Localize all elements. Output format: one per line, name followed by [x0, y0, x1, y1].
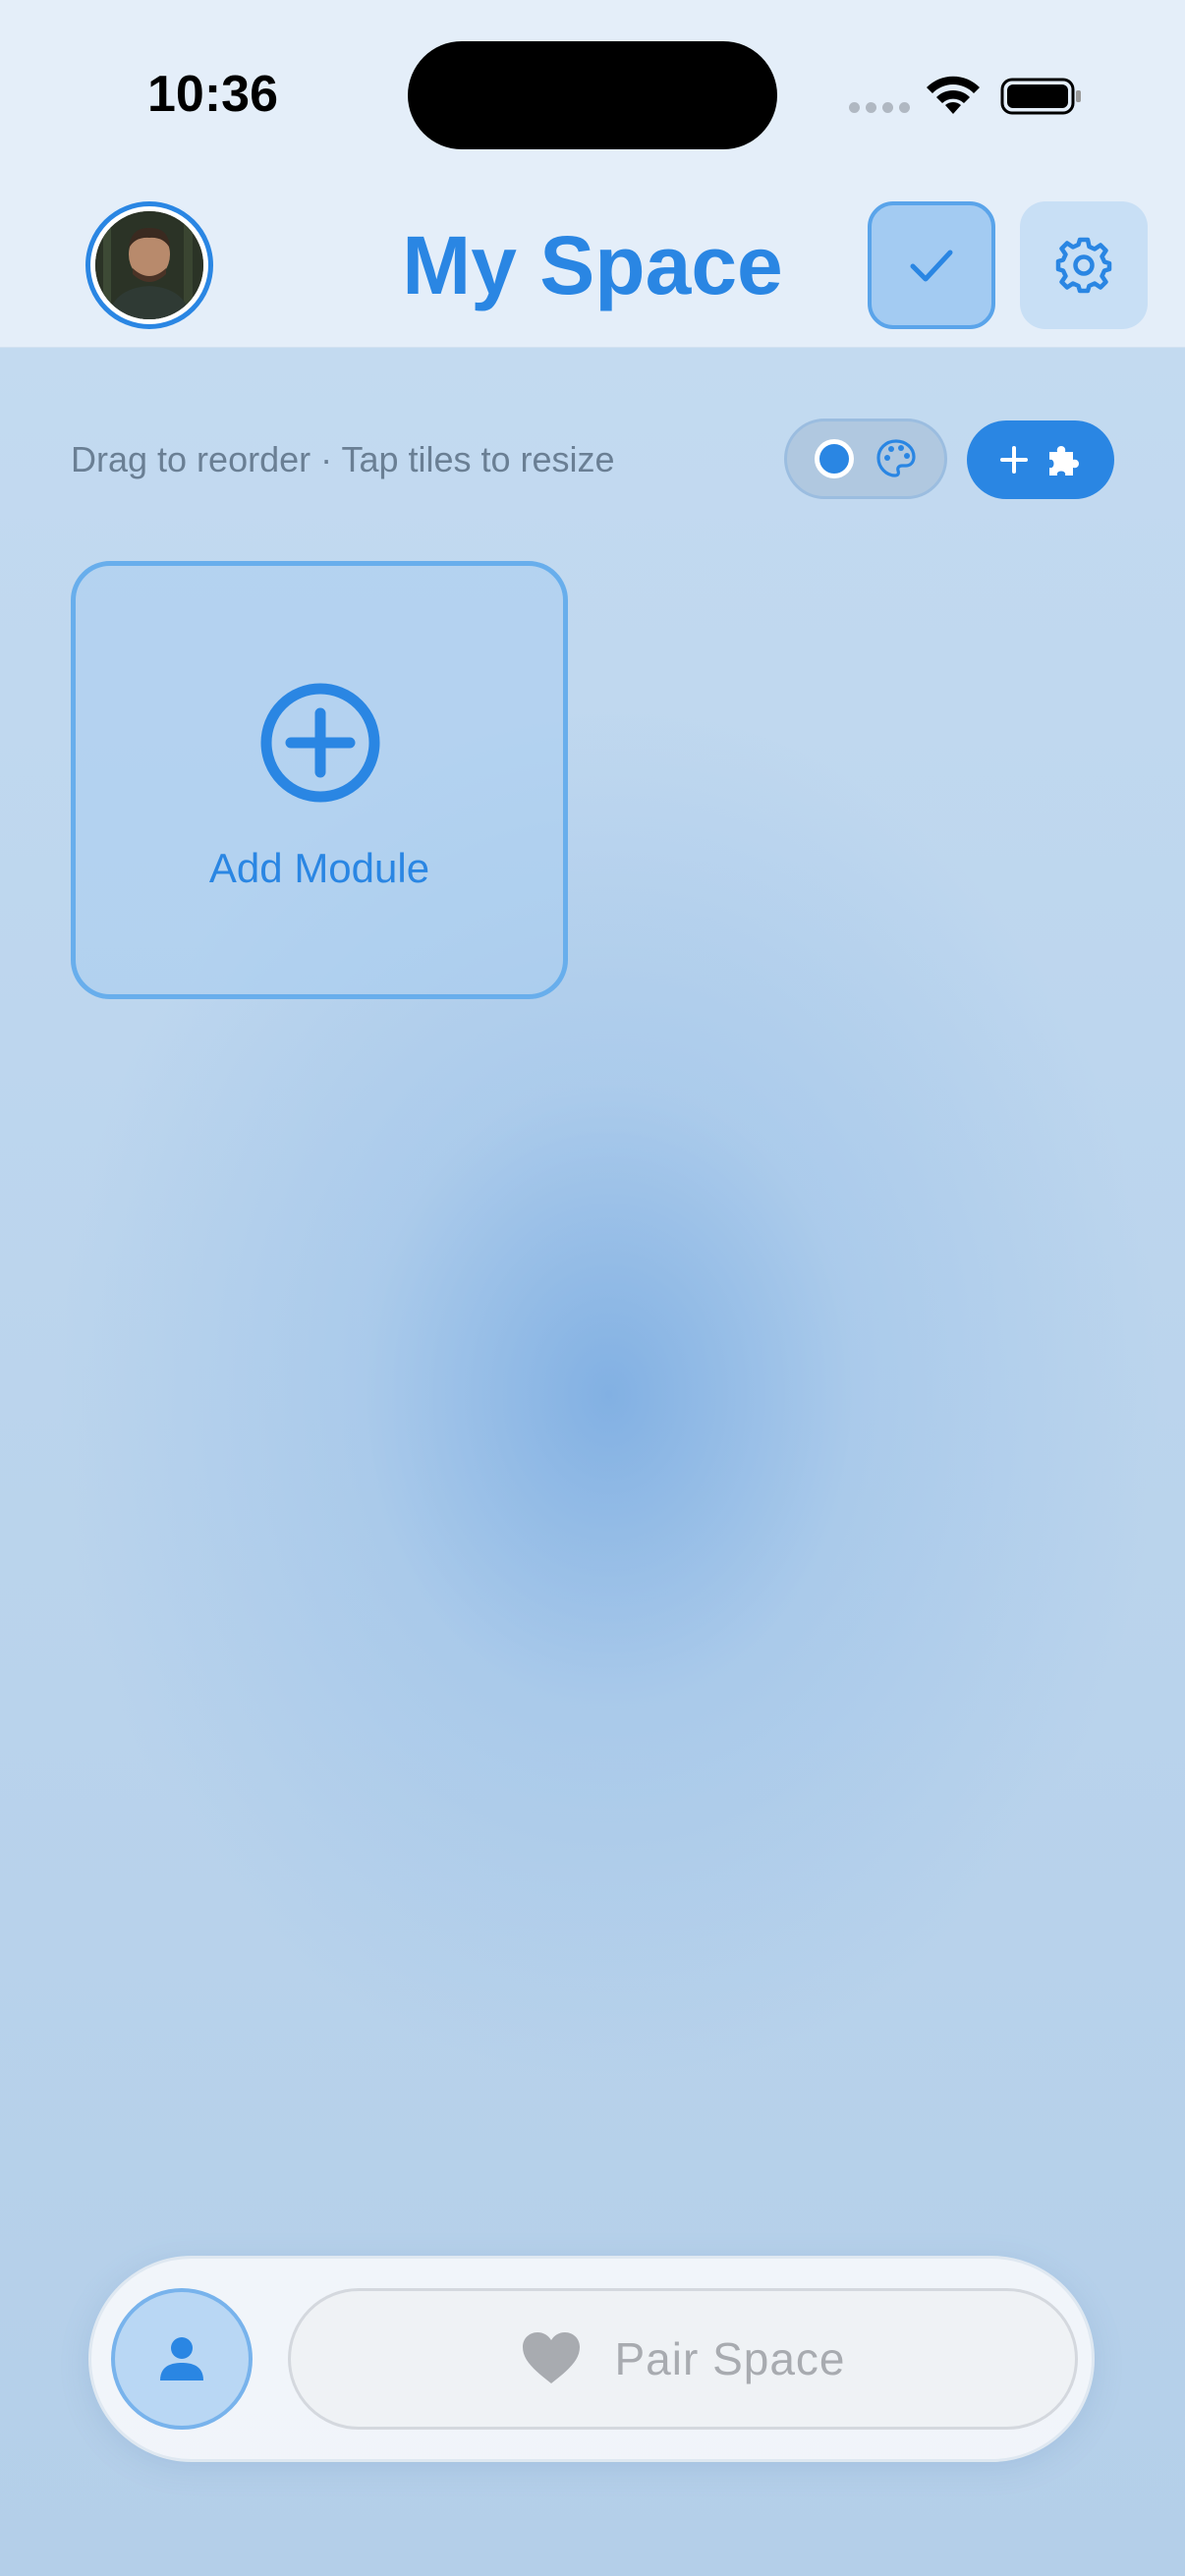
add-plugin-button[interactable]	[967, 420, 1114, 499]
puzzle-icon	[1049, 446, 1079, 476]
add-module-label: Add Module	[208, 845, 430, 891]
theme-toggle[interactable]	[784, 419, 947, 499]
plus-circle-icon	[260, 683, 380, 803]
avatar-photo	[95, 211, 203, 319]
page-title: My Space	[402, 219, 783, 311]
pair-space-button[interactable]: Pair Space	[288, 2288, 1078, 2430]
heart-icon	[523, 2332, 581, 2383]
checkmark-icon	[910, 250, 953, 282]
bottom-bar: Pair Space	[88, 2256, 1095, 2462]
reorder-hint: Drag to reorder · Tap tiles to resize	[71, 439, 615, 479]
profile-button[interactable]	[111, 2288, 253, 2430]
add-module-tile[interactable]: Add Module	[71, 561, 568, 999]
palette-icon	[876, 439, 916, 477]
gear-icon	[1055, 237, 1112, 294]
avatar-button[interactable]	[85, 201, 213, 329]
avatar-figure	[95, 211, 203, 319]
top-bar: 10:36 My Space	[0, 0, 1185, 348]
person-icon	[160, 2337, 203, 2380]
accent-color-dot	[815, 439, 854, 478]
battery-icon	[1000, 78, 1081, 115]
cellular-signal-icon	[849, 102, 910, 113]
screen: 10:36 My Space Drag to reorder · Tap til…	[0, 0, 1185, 2576]
status-time: 10:36	[147, 66, 278, 123]
settings-button[interactable]	[1020, 201, 1148, 329]
pair-space-label: Pair Space	[614, 2333, 846, 2384]
plus-icon	[1000, 446, 1028, 474]
dynamic-island	[408, 41, 777, 149]
done-button[interactable]	[868, 201, 995, 329]
wifi-icon	[927, 76, 980, 114]
